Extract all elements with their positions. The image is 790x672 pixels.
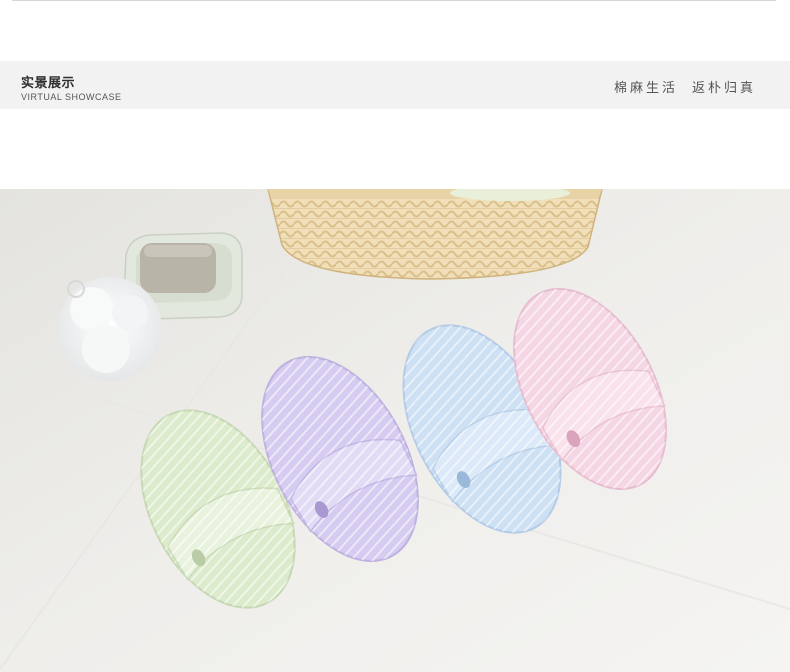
slogan-part-2: 返朴归真 bbox=[691, 81, 756, 96]
slogan-part-1: 棉麻生活 bbox=[613, 81, 678, 96]
bath-sponge bbox=[58, 277, 162, 381]
section-title: 实景展示 bbox=[21, 76, 76, 91]
product-detail-page: 实景展示 VIRTUAL SHOWCASE 棉麻生活 返朴归真 bbox=[0, 0, 790, 672]
wicker-basket bbox=[267, 189, 603, 280]
top-divider bbox=[12, 0, 776, 1]
showcase-photo bbox=[0, 189, 790, 672]
section-header-banner: 实景展示 VIRTUAL SHOWCASE 棉麻生活 返朴归真 bbox=[0, 61, 790, 109]
section-subtitle: VIRTUAL SHOWCASE bbox=[21, 92, 122, 102]
section-slogan: 棉麻生活 返朴归真 bbox=[614, 77, 756, 96]
